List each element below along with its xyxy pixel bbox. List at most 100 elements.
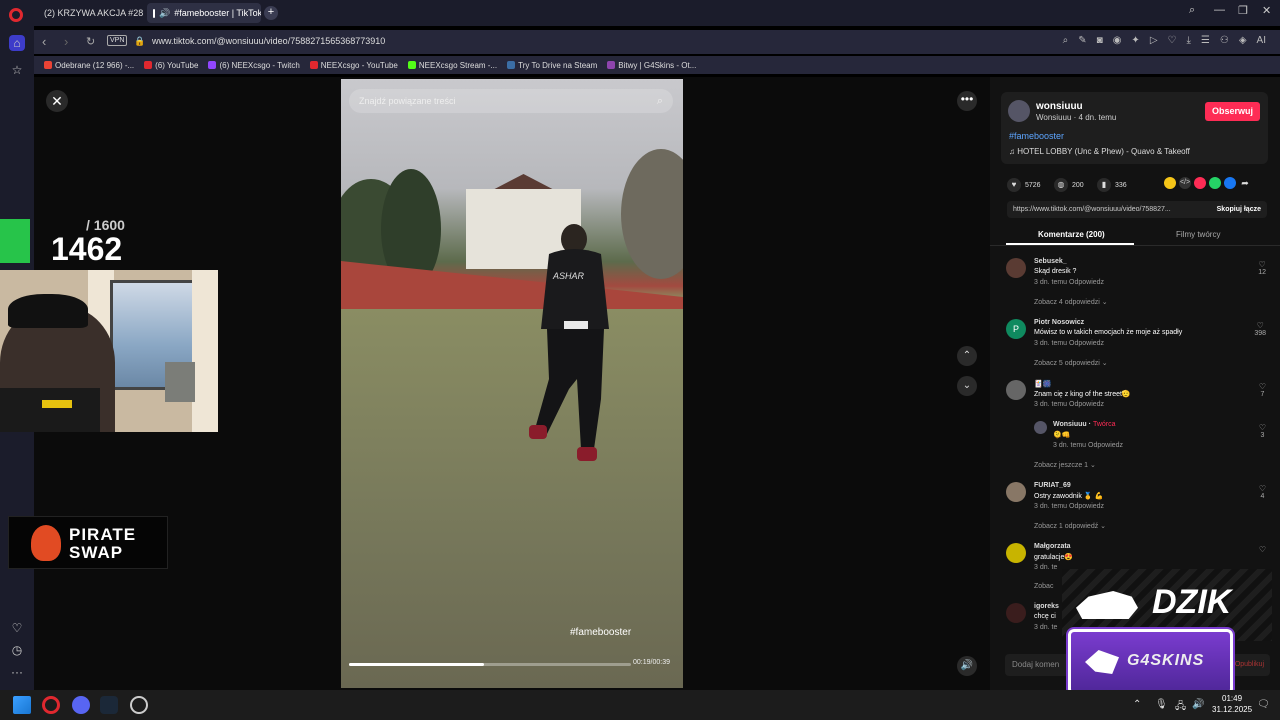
cube-icon[interactable]: ◈ xyxy=(1239,35,1247,46)
more-icon[interactable]: ··· xyxy=(9,664,25,680)
comment-author[interactable]: 🃏🎆 xyxy=(1034,380,1051,388)
comment-like[interactable]: ♡ 7 xyxy=(1259,382,1266,398)
avatar[interactable] xyxy=(1034,421,1047,434)
video-player[interactable]: ASHAR Znajdź powiązane treści ⌕ #fameboo… xyxy=(341,79,683,688)
play-icon[interactable]: ▷ xyxy=(1150,35,1158,46)
avatar[interactable]: P xyxy=(1006,319,1026,339)
steam-taskbar-icon[interactable] xyxy=(100,696,118,714)
opera-taskbar-icon[interactable] xyxy=(42,696,60,714)
comment-meta[interactable]: 3 dn. temu Odpowiedz xyxy=(1034,401,1104,408)
repost-icon[interactable] xyxy=(1164,177,1176,189)
reply-author[interactable]: Wonsiuuu · Twórca xyxy=(1053,421,1116,428)
music-info[interactable]: ♫ HOTEL LOBBY (Unc & Phew) - Quavo & Tak… xyxy=(1009,147,1190,156)
search-icon[interactable]: ⌕ xyxy=(657,89,663,113)
maximize-button[interactable]: ❐ xyxy=(1238,4,1248,17)
menu-icon[interactable]: ☰ xyxy=(1201,35,1210,46)
back-icon[interactable]: ‹ xyxy=(42,34,46,49)
url-field[interactable]: www.tiktok.com/@wonsiuuu/video/758827156… xyxy=(152,36,385,46)
view-more-replies-link[interactable]: Zobacz jeszcze 1 ⌄ xyxy=(1034,461,1096,469)
vpn-badge[interactable]: VPN xyxy=(107,35,128,46)
comment-meta[interactable]: 3 dn. temu Odpowiedz xyxy=(1034,503,1104,510)
network-icon[interactable]: 🖧 xyxy=(1175,699,1186,716)
copy-link-button[interactable]: Skopiuj łącze xyxy=(1217,201,1261,218)
avatar[interactable] xyxy=(1006,482,1026,502)
search-icon[interactable]: ⌕ xyxy=(1063,35,1069,46)
creator-avatar[interactable] xyxy=(1008,100,1030,122)
view-replies-link[interactable]: Zobacz 4 odpowiedzi ⌄ xyxy=(1034,298,1108,306)
comment-like[interactable]: ♡ 12 xyxy=(1258,260,1266,276)
comment-meta[interactable]: 3 dn. temu Odpowiedz xyxy=(1034,340,1104,347)
whatsapp-icon[interactable] xyxy=(1209,177,1221,189)
system-clock[interactable]: 01:49 31.12.2025 xyxy=(1212,693,1252,715)
volume-icon[interactable]: 🔊 xyxy=(957,656,977,676)
embed-icon[interactable]: </> xyxy=(1179,177,1191,189)
avatar[interactable] xyxy=(1006,258,1026,278)
bookmark-g4skins[interactable]: Bitwy | G4Skins - Ot... xyxy=(607,61,696,70)
creator-username[interactable]: wonsiuuu xyxy=(1036,101,1083,112)
facebook-icon[interactable] xyxy=(1224,177,1236,189)
opera-logo-icon[interactable] xyxy=(9,8,23,22)
search-tabs-icon[interactable]: ⌕ xyxy=(1189,4,1195,17)
shield-icon[interactable]: ◉ xyxy=(1113,35,1122,46)
video-progress-bar[interactable] xyxy=(349,663,631,666)
forward-icon[interactable]: › xyxy=(64,34,68,49)
avatar[interactable] xyxy=(1006,380,1026,400)
tray-chevron-icon[interactable]: ⌃ xyxy=(1133,699,1141,710)
comment-meta[interactable]: 3 dn. te xyxy=(1034,624,1057,631)
bookmark-youtube[interactable]: (6) YouTube xyxy=(144,61,198,70)
tab-tiktok[interactable]: 🔊 #famebooster | TikTok xyxy=(147,3,261,23)
like-stat[interactable]: ♥ 5726 xyxy=(1007,178,1041,192)
save-stat[interactable]: ▮ 336 xyxy=(1097,178,1127,192)
volume-tray-icon[interactable]: 🔊 xyxy=(1192,699,1204,710)
video-hashtag[interactable]: #famebooster xyxy=(570,627,631,638)
view-replies-link[interactable]: Zobac xyxy=(1034,583,1053,590)
windows-start-icon[interactable] xyxy=(13,696,31,714)
bookmark-kick[interactable]: NEEXcsgo Stream -... xyxy=(407,61,497,70)
notifications-icon[interactable]: 🗨 xyxy=(1257,699,1270,710)
camera-icon[interactable]: ◙ xyxy=(1097,35,1103,46)
share-icon[interactable]: ➦ xyxy=(1239,177,1251,189)
edit-icon[interactable]: ✎ xyxy=(1078,35,1086,46)
follow-button[interactable]: Obserwuj xyxy=(1205,102,1260,121)
comment-author[interactable]: igoreks xyxy=(1034,603,1059,610)
previous-video-icon[interactable]: ⌃ xyxy=(957,346,977,366)
view-replies-link[interactable]: Zobacz 1 odpowiedź ⌄ xyxy=(1034,522,1106,530)
tab-creator-videos[interactable]: Filmy twórcy xyxy=(1176,230,1220,239)
comment-like[interactable]: ♡ xyxy=(1259,545,1266,554)
comment-like[interactable]: ♡ 4 xyxy=(1259,484,1266,500)
bookmark-youtube-neex[interactable]: NEEXcsgo - YouTube xyxy=(309,61,398,70)
new-tab-button[interactable]: + xyxy=(264,6,278,20)
reload-icon[interactable]: ↻ xyxy=(86,35,95,48)
bookmark-steam[interactable]: Try To Drive na Steam xyxy=(507,61,597,70)
comment-author[interactable]: Piotr Nosowicz xyxy=(1034,319,1084,326)
description-hashtag[interactable]: #famebooster xyxy=(1009,131,1064,141)
tab-comments[interactable]: Komentarze (200) xyxy=(1038,230,1105,239)
discord-icon[interactable] xyxy=(72,696,90,714)
minimize-button[interactable]: — xyxy=(1214,4,1225,16)
comment-meta[interactable]: 3 dn. temu Odpowiedz xyxy=(1034,279,1104,286)
microphone-icon[interactable]: 🎙 xyxy=(1155,699,1168,710)
profile-icon[interactable]: ⚇ xyxy=(1220,35,1229,46)
reply-like[interactable]: ♡ 3 xyxy=(1259,423,1266,439)
heart-icon[interactable]: ♡ xyxy=(9,620,25,636)
avatar[interactable] xyxy=(1006,543,1026,563)
more-options-icon[interactable]: ••• xyxy=(957,91,977,111)
close-window-button[interactable]: ✕ xyxy=(1262,4,1271,17)
comment-author[interactable]: Sebusek_ xyxy=(1034,258,1067,265)
related-search-input[interactable]: Znajdź powiązane treści ⌕ xyxy=(349,89,673,113)
publish-button[interactable]: Opublikuj xyxy=(1235,654,1264,676)
next-video-icon[interactable]: ⌄ xyxy=(957,376,977,396)
extension-icon[interactable]: ✦ xyxy=(1131,35,1139,46)
history-icon[interactable]: ◷ xyxy=(9,642,25,658)
avatar[interactable] xyxy=(1006,603,1026,623)
heart-icon[interactable]: ♡ xyxy=(1168,35,1177,46)
app-taskbar-icon[interactable] xyxy=(130,696,148,714)
comment-author[interactable]: Małgorzata xyxy=(1034,543,1071,550)
download-icon[interactable]: ⤓ xyxy=(1186,35,1190,46)
close-icon[interactable]: ✕ xyxy=(46,90,68,112)
bookmark-gmail[interactable]: Odebrane (12 966) -... xyxy=(44,61,134,70)
view-replies-link[interactable]: Zobacz 5 odpowiedzi ⌄ xyxy=(1034,359,1108,367)
comment-meta[interactable]: 3 dn. te xyxy=(1034,564,1057,571)
video-link-field[interactable]: https://www.tiktok.com/@wonsiuuu/video/7… xyxy=(1007,201,1267,218)
reply-meta[interactable]: 3 dn. temu Odpowiedz xyxy=(1053,442,1123,449)
